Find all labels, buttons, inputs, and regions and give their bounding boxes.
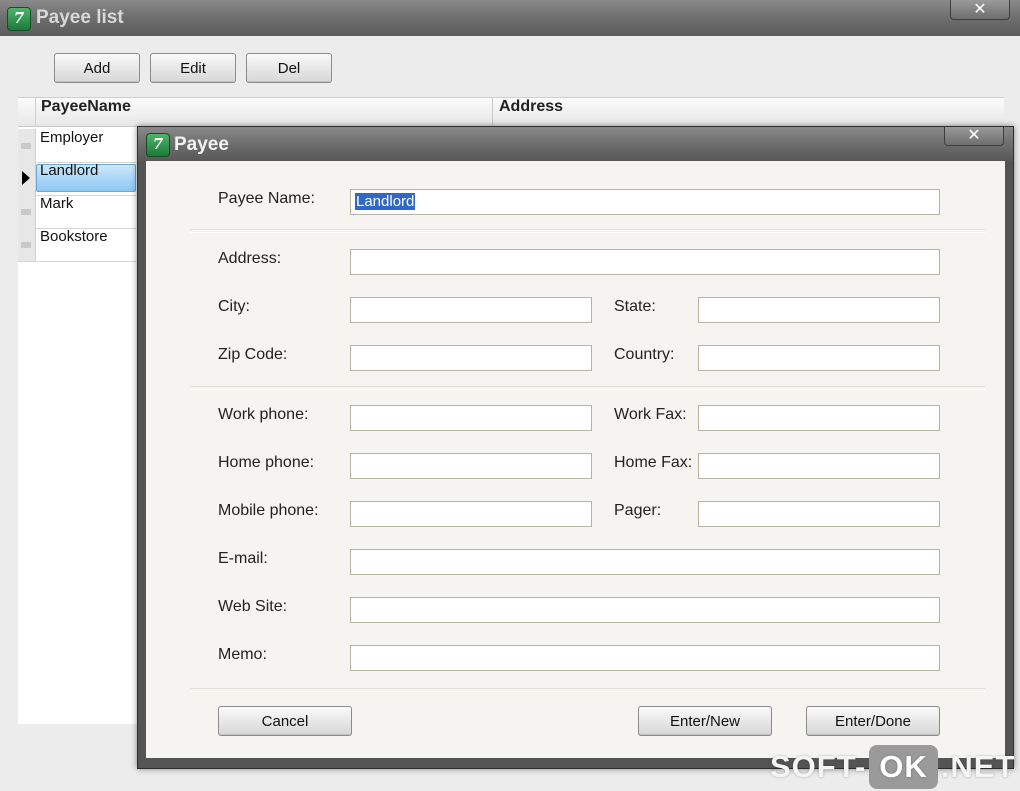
- row-payee-name: Mark: [40, 195, 74, 212]
- edit-button[interactable]: Edit: [150, 53, 236, 83]
- payee-dialog: 7 Payee ✕ Payee Name: Landlord Address: …: [137, 126, 1014, 769]
- pager-field[interactable]: [698, 501, 940, 527]
- column-header-payee-name[interactable]: PayeeName: [41, 98, 131, 126]
- payee-name-field[interactable]: Landlord: [350, 189, 940, 215]
- close-icon: ✕: [973, 0, 987, 18]
- country-label: Country:: [614, 346, 675, 363]
- app-icon: 7: [7, 7, 31, 31]
- web-site-field[interactable]: [350, 597, 940, 623]
- address-label: Address:: [218, 250, 282, 267]
- state-field[interactable]: [698, 297, 940, 323]
- close-icon: ✕: [967, 125, 981, 144]
- memo-field[interactable]: [350, 645, 940, 671]
- pager-label: Pager:: [614, 502, 662, 519]
- web-site-label: Web Site:: [218, 598, 288, 615]
- row-indicator[interactable]: [18, 228, 36, 261]
- address-field[interactable]: [350, 249, 940, 275]
- watermark-right: .NET: [940, 749, 1016, 784]
- payee-name-label: Payee Name:: [218, 190, 315, 207]
- column-divider[interactable]: [492, 98, 493, 126]
- memo-label: Memo:: [218, 646, 267, 663]
- close-button[interactable]: ✕: [950, 0, 1010, 20]
- mobile-phone-label: Mobile phone:: [218, 502, 319, 519]
- dialog-title-bar[interactable]: 7 Payee ✕: [138, 127, 1013, 161]
- home-phone-field[interactable]: [350, 453, 592, 479]
- del-button[interactable]: Del: [246, 53, 332, 83]
- separator: [190, 688, 985, 692]
- row-indicator[interactable]: [18, 129, 36, 162]
- cancel-button[interactable]: Cancel: [218, 706, 352, 736]
- home-fax-label: Home Fax:: [614, 454, 693, 471]
- work-phone-label: Work phone:: [218, 406, 309, 423]
- row-payee-name: Bookstore: [40, 228, 108, 245]
- table-row[interactable]: Bookstore: [18, 228, 136, 262]
- work-phone-field[interactable]: [350, 405, 592, 431]
- header-corner: [18, 98, 36, 126]
- email-label: E-mail:: [218, 550, 268, 567]
- dialog-close-button[interactable]: ✕: [944, 127, 1004, 146]
- column-header-address[interactable]: Address: [499, 98, 563, 126]
- row-indicator[interactable]: [18, 195, 36, 228]
- separator: [190, 386, 985, 390]
- dialog-title: Payee: [174, 134, 229, 155]
- title-bar[interactable]: 7 Payee list ✕: [0, 0, 1020, 36]
- window-title: Payee list: [36, 7, 124, 28]
- row-payee-name: Employer: [40, 129, 104, 146]
- table-row[interactable]: Mark: [18, 195, 136, 229]
- home-fax-field[interactable]: [698, 453, 940, 479]
- work-fax-field[interactable]: [698, 405, 940, 431]
- enter-done-button[interactable]: Enter/Done: [806, 706, 940, 736]
- city-label: City:: [218, 298, 250, 315]
- work-fax-label: Work Fax:: [614, 406, 687, 423]
- country-field[interactable]: [698, 345, 940, 371]
- table-row[interactable]: Employer: [18, 129, 136, 163]
- city-field[interactable]: [350, 297, 592, 323]
- grid-header: PayeeName Address: [18, 98, 1004, 127]
- state-label: State:: [614, 298, 656, 315]
- dialog-body: Payee Name: Landlord Address: City: Stat…: [146, 161, 1005, 758]
- zip-code-label: Zip Code:: [218, 346, 288, 363]
- zip-code-field[interactable]: [350, 345, 592, 371]
- table-row-selected[interactable]: Landlord: [18, 162, 136, 196]
- enter-new-button[interactable]: Enter/New: [638, 706, 772, 736]
- separator: [190, 229, 985, 233]
- payee-name-value: Landlord: [355, 193, 416, 210]
- row-payee-name: Landlord: [40, 162, 99, 179]
- email-field[interactable]: [350, 549, 940, 575]
- home-phone-label: Home phone:: [218, 454, 315, 471]
- watermark: SOFT- OK .NET: [770, 745, 1015, 789]
- mobile-phone-field[interactable]: [350, 501, 592, 527]
- app-icon: 7: [146, 133, 170, 157]
- watermark-left: SOFT-: [770, 749, 867, 784]
- current-row-arrow-icon: [22, 171, 30, 185]
- watermark-ok: OK: [869, 745, 938, 789]
- row-indicator-current[interactable]: [18, 162, 36, 195]
- add-button[interactable]: Add: [54, 53, 140, 83]
